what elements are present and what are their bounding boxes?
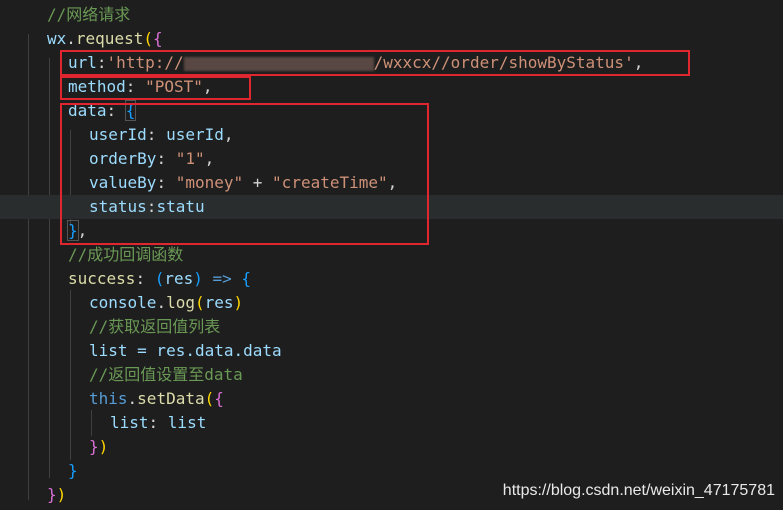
comment-network-request: //网络请求 [47,5,131,24]
list-value: list [167,413,207,432]
console-object: console [89,293,157,312]
colon: : [148,413,168,432]
close-paren: ) [193,269,203,288]
highlight-box-method [60,76,251,100]
log-function: log [166,293,195,312]
highlight-box-data [60,103,429,245]
code-line-17: this.setData({ [0,387,783,411]
code-line-19: }) [0,435,783,459]
dot: . [66,29,76,48]
request-function: request [75,29,144,48]
res-param: res [164,269,194,288]
close-paren: ) [98,437,109,456]
code-line-16: //返回值设置至data [0,363,783,387]
code-line-13: console.log(res) [0,291,783,315]
close-brace: } [47,485,57,504]
open-paren: ( [194,293,205,312]
this-keyword: this [89,389,128,408]
colon: : [135,269,155,288]
code-line-1: //网络请求 [0,3,783,27]
open-paren: ( [204,389,215,408]
open-brace: { [214,389,224,408]
arrow-operator: => [202,269,242,288]
close-paren: ) [56,485,67,504]
success-key: success [68,269,136,288]
open-brace: { [152,29,163,48]
code-line-11: //成功回调函数 [0,243,783,267]
watermark: https://blog.csdn.net/weixin_47175781 [502,482,775,499]
list-assignment: list = res.data.data [89,341,282,360]
open-paren: ( [143,29,153,48]
close-brace: } [68,461,78,480]
code-line-2: wx.request({ [0,27,783,51]
wx-object: wx [47,29,67,48]
list-key: list [110,413,149,432]
close-brace: } [89,437,99,456]
comment-success-callback: //成功回调函数 [68,245,184,264]
dot: . [156,293,167,312]
close-paren: ) [233,293,244,312]
dot: . [127,389,138,408]
open-paren: ( [154,269,165,288]
code-editor[interactable]: //网络请求 wx.request({ url:'http:///wxxcx//… [0,0,783,510]
code-line-12: success: (res) => { [0,267,783,291]
code-line-18: list: list [0,411,783,435]
code-line-20: } [0,459,783,483]
res-arg: res [204,293,234,312]
comment-set-data: //返回值设置至data [89,365,243,384]
code-line-15: list = res.data.data [0,339,783,363]
code-line-14: //获取返回值列表 [0,315,783,339]
open-brace: { [241,269,252,288]
comment-get-list: //获取返回值列表 [89,317,221,336]
setdata-function: setData [137,389,205,408]
highlight-box-url [60,50,690,76]
